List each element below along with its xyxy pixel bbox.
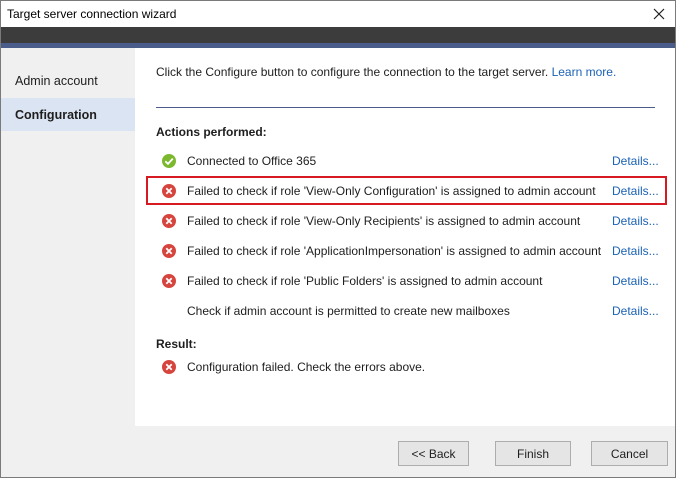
finish-button[interactable]: Finish <box>495 441 571 466</box>
action-row-connected: Connected to Office 365 Details... <box>156 150 668 172</box>
error-circle-icon <box>162 360 176 374</box>
cancel-button[interactable]: Cancel <box>591 441 668 466</box>
divider <box>156 107 655 108</box>
action-text: Failed to check if role 'Public Folders'… <box>187 274 543 288</box>
close-button[interactable] <box>649 4 669 24</box>
details-link[interactable]: Details... <box>612 154 659 168</box>
details-link[interactable]: Details... <box>612 274 659 288</box>
action-row-public-folders: Failed to check if role 'Public Folders'… <box>156 270 668 292</box>
action-text: Failed to check if role 'View-Only Recip… <box>187 214 581 228</box>
action-text: Failed to check if role 'View-Only Confi… <box>187 184 596 198</box>
action-row-application-impersonation: Failed to check if role 'ApplicationImpe… <box>156 240 668 262</box>
learn-more-link[interactable]: Learn more. <box>552 65 617 79</box>
result-text: Configuration failed. Check the errors a… <box>187 360 426 374</box>
close-icon <box>653 8 665 20</box>
action-row-view-only-configuration: Failed to check if role 'View-Only Confi… <box>156 180 668 202</box>
actions-heading: Actions performed: <box>156 125 267 139</box>
error-circle-icon <box>162 244 176 258</box>
details-link[interactable]: Details... <box>612 304 659 318</box>
header-banner <box>1 27 675 43</box>
sidebar-item-label: Configuration <box>15 107 97 122</box>
action-row-create-mailboxes: Check if admin account is permitted to c… <box>156 300 668 322</box>
sidebar-item-label: Admin account <box>15 73 98 88</box>
intro-text: Click the Configure button to configure … <box>156 65 616 79</box>
action-text: Connected to Office 365 <box>187 154 317 168</box>
action-row-view-only-recipients: Failed to check if role 'View-Only Recip… <box>156 210 668 232</box>
error-circle-icon <box>162 274 176 288</box>
check-circle-icon <box>162 154 176 168</box>
result-heading: Result: <box>156 337 197 351</box>
sidebar-item-admin-account[interactable]: Admin account <box>1 64 135 97</box>
details-link[interactable]: Details... <box>612 184 659 198</box>
action-text: Check if admin account is permitted to c… <box>187 304 510 318</box>
wizard-window: Target server connection wizard Admin ac… <box>0 0 676 478</box>
details-link[interactable]: Details... <box>612 214 659 228</box>
window-title: Target server connection wizard <box>7 7 177 21</box>
wizard-footer: << Back Finish Cancel <box>1 426 675 477</box>
error-circle-icon <box>162 214 176 228</box>
sidebar-item-configuration[interactable]: Configuration <box>1 98 135 131</box>
details-link[interactable]: Details... <box>612 244 659 258</box>
back-button[interactable]: << Back <box>398 441 469 466</box>
action-text: Failed to check if role 'ApplicationImpe… <box>187 244 602 258</box>
title-bar: Target server connection wizard <box>1 1 675 27</box>
intro-label: Click the Configure button to configure … <box>156 65 549 79</box>
result-row: Configuration failed. Check the errors a… <box>156 356 668 378</box>
wizard-sidebar: Admin account Configuration <box>1 48 135 426</box>
main-panel: Click the Configure button to configure … <box>135 48 675 426</box>
error-circle-icon <box>162 184 176 198</box>
